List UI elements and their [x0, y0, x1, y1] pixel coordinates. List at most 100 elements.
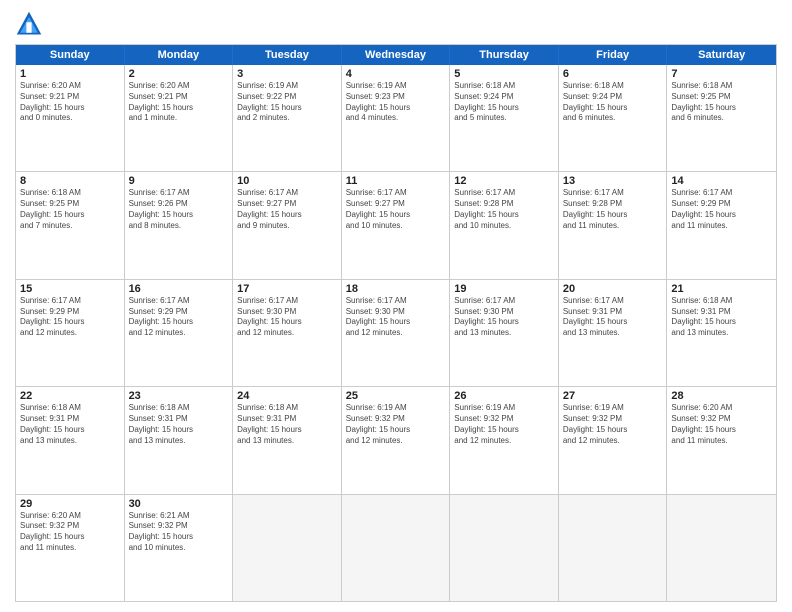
day-info: Sunrise: 6:18 AMSunset: 9:24 PMDaylight:…: [454, 81, 554, 124]
day-info: Sunrise: 6:21 AMSunset: 9:32 PMDaylight:…: [129, 511, 229, 554]
day-info: Sunrise: 6:17 AMSunset: 9:27 PMDaylight:…: [237, 188, 337, 231]
calendar-row-5: 29Sunrise: 6:20 AMSunset: 9:32 PMDayligh…: [16, 495, 776, 601]
day-cell-9: 9Sunrise: 6:17 AMSunset: 9:26 PMDaylight…: [125, 172, 234, 278]
day-cell-26: 26Sunrise: 6:19 AMSunset: 9:32 PMDayligh…: [450, 387, 559, 493]
empty-cell: [559, 495, 668, 601]
day-info: Sunrise: 6:19 AMSunset: 9:32 PMDaylight:…: [563, 403, 663, 446]
day-cell-20: 20Sunrise: 6:17 AMSunset: 9:31 PMDayligh…: [559, 280, 668, 386]
day-info: Sunrise: 6:17 AMSunset: 9:28 PMDaylight:…: [454, 188, 554, 231]
day-cell-12: 12Sunrise: 6:17 AMSunset: 9:28 PMDayligh…: [450, 172, 559, 278]
day-cell-8: 8Sunrise: 6:18 AMSunset: 9:25 PMDaylight…: [16, 172, 125, 278]
day-cell-17: 17Sunrise: 6:17 AMSunset: 9:30 PMDayligh…: [233, 280, 342, 386]
day-cell-18: 18Sunrise: 6:17 AMSunset: 9:30 PMDayligh…: [342, 280, 451, 386]
header: [15, 10, 777, 38]
header-day-monday: Monday: [125, 45, 234, 65]
day-cell-11: 11Sunrise: 6:17 AMSunset: 9:27 PMDayligh…: [342, 172, 451, 278]
day-info: Sunrise: 6:20 AMSunset: 9:21 PMDaylight:…: [129, 81, 229, 124]
calendar-row-3: 15Sunrise: 6:17 AMSunset: 9:29 PMDayligh…: [16, 280, 776, 387]
day-number: 28: [671, 390, 772, 402]
day-cell-19: 19Sunrise: 6:17 AMSunset: 9:30 PMDayligh…: [450, 280, 559, 386]
day-number: 11: [346, 175, 446, 187]
day-info: Sunrise: 6:19 AMSunset: 9:23 PMDaylight:…: [346, 81, 446, 124]
day-cell-24: 24Sunrise: 6:18 AMSunset: 9:31 PMDayligh…: [233, 387, 342, 493]
day-cell-30: 30Sunrise: 6:21 AMSunset: 9:32 PMDayligh…: [125, 495, 234, 601]
day-cell-23: 23Sunrise: 6:18 AMSunset: 9:31 PMDayligh…: [125, 387, 234, 493]
day-cell-7: 7Sunrise: 6:18 AMSunset: 9:25 PMDaylight…: [667, 65, 776, 171]
day-info: Sunrise: 6:17 AMSunset: 9:26 PMDaylight:…: [129, 188, 229, 231]
day-info: Sunrise: 6:20 AMSunset: 9:21 PMDaylight:…: [20, 81, 120, 124]
calendar-row-2: 8Sunrise: 6:18 AMSunset: 9:25 PMDaylight…: [16, 172, 776, 279]
day-info: Sunrise: 6:18 AMSunset: 9:31 PMDaylight:…: [671, 296, 772, 339]
day-number: 9: [129, 175, 229, 187]
day-info: Sunrise: 6:18 AMSunset: 9:25 PMDaylight:…: [671, 81, 772, 124]
day-cell-10: 10Sunrise: 6:17 AMSunset: 9:27 PMDayligh…: [233, 172, 342, 278]
day-number: 29: [20, 498, 120, 510]
empty-cell: [450, 495, 559, 601]
day-number: 4: [346, 68, 446, 80]
day-cell-13: 13Sunrise: 6:17 AMSunset: 9:28 PMDayligh…: [559, 172, 668, 278]
logo-icon: [15, 10, 43, 38]
day-number: 30: [129, 498, 229, 510]
day-number: 2: [129, 68, 229, 80]
day-cell-2: 2Sunrise: 6:20 AMSunset: 9:21 PMDaylight…: [125, 65, 234, 171]
day-info: Sunrise: 6:17 AMSunset: 9:31 PMDaylight:…: [563, 296, 663, 339]
empty-cell: [342, 495, 451, 601]
day-number: 21: [671, 283, 772, 295]
empty-cell: [667, 495, 776, 601]
day-info: Sunrise: 6:18 AMSunset: 9:31 PMDaylight:…: [237, 403, 337, 446]
day-cell-5: 5Sunrise: 6:18 AMSunset: 9:24 PMDaylight…: [450, 65, 559, 171]
day-number: 23: [129, 390, 229, 402]
day-cell-28: 28Sunrise: 6:20 AMSunset: 9:32 PMDayligh…: [667, 387, 776, 493]
day-number: 13: [563, 175, 663, 187]
day-cell-27: 27Sunrise: 6:19 AMSunset: 9:32 PMDayligh…: [559, 387, 668, 493]
day-number: 10: [237, 175, 337, 187]
calendar-body: 1Sunrise: 6:20 AMSunset: 9:21 PMDaylight…: [16, 65, 776, 601]
day-number: 1: [20, 68, 120, 80]
day-info: Sunrise: 6:17 AMSunset: 9:29 PMDaylight:…: [129, 296, 229, 339]
day-info: Sunrise: 6:17 AMSunset: 9:30 PMDaylight:…: [346, 296, 446, 339]
page: SundayMondayTuesdayWednesdayThursdayFrid…: [0, 0, 792, 612]
day-info: Sunrise: 6:18 AMSunset: 9:31 PMDaylight:…: [20, 403, 120, 446]
day-info: Sunrise: 6:17 AMSunset: 9:30 PMDaylight:…: [237, 296, 337, 339]
day-number: 22: [20, 390, 120, 402]
day-info: Sunrise: 6:19 AMSunset: 9:22 PMDaylight:…: [237, 81, 337, 124]
day-info: Sunrise: 6:20 AMSunset: 9:32 PMDaylight:…: [671, 403, 772, 446]
day-info: Sunrise: 6:18 AMSunset: 9:25 PMDaylight:…: [20, 188, 120, 231]
day-number: 27: [563, 390, 663, 402]
day-info: Sunrise: 6:18 AMSunset: 9:31 PMDaylight:…: [129, 403, 229, 446]
day-cell-21: 21Sunrise: 6:18 AMSunset: 9:31 PMDayligh…: [667, 280, 776, 386]
day-cell-15: 15Sunrise: 6:17 AMSunset: 9:29 PMDayligh…: [16, 280, 125, 386]
calendar-header: SundayMondayTuesdayWednesdayThursdayFrid…: [16, 45, 776, 65]
day-number: 15: [20, 283, 120, 295]
header-day-tuesday: Tuesday: [233, 45, 342, 65]
day-number: 19: [454, 283, 554, 295]
day-cell-29: 29Sunrise: 6:20 AMSunset: 9:32 PMDayligh…: [16, 495, 125, 601]
day-cell-4: 4Sunrise: 6:19 AMSunset: 9:23 PMDaylight…: [342, 65, 451, 171]
day-cell-3: 3Sunrise: 6:19 AMSunset: 9:22 PMDaylight…: [233, 65, 342, 171]
day-cell-6: 6Sunrise: 6:18 AMSunset: 9:24 PMDaylight…: [559, 65, 668, 171]
header-day-saturday: Saturday: [667, 45, 776, 65]
day-info: Sunrise: 6:19 AMSunset: 9:32 PMDaylight:…: [346, 403, 446, 446]
day-number: 26: [454, 390, 554, 402]
day-number: 3: [237, 68, 337, 80]
day-info: Sunrise: 6:19 AMSunset: 9:32 PMDaylight:…: [454, 403, 554, 446]
day-number: 6: [563, 68, 663, 80]
calendar-row-4: 22Sunrise: 6:18 AMSunset: 9:31 PMDayligh…: [16, 387, 776, 494]
day-cell-14: 14Sunrise: 6:17 AMSunset: 9:29 PMDayligh…: [667, 172, 776, 278]
header-day-sunday: Sunday: [16, 45, 125, 65]
calendar-row-1: 1Sunrise: 6:20 AMSunset: 9:21 PMDaylight…: [16, 65, 776, 172]
day-number: 16: [129, 283, 229, 295]
day-info: Sunrise: 6:20 AMSunset: 9:32 PMDaylight:…: [20, 511, 120, 554]
day-info: Sunrise: 6:17 AMSunset: 9:29 PMDaylight:…: [20, 296, 120, 339]
day-number: 5: [454, 68, 554, 80]
day-info: Sunrise: 6:17 AMSunset: 9:30 PMDaylight:…: [454, 296, 554, 339]
day-info: Sunrise: 6:18 AMSunset: 9:24 PMDaylight:…: [563, 81, 663, 124]
day-number: 20: [563, 283, 663, 295]
day-number: 7: [671, 68, 772, 80]
empty-cell: [233, 495, 342, 601]
day-info: Sunrise: 6:17 AMSunset: 9:29 PMDaylight:…: [671, 188, 772, 231]
day-info: Sunrise: 6:17 AMSunset: 9:27 PMDaylight:…: [346, 188, 446, 231]
day-number: 18: [346, 283, 446, 295]
day-cell-25: 25Sunrise: 6:19 AMSunset: 9:32 PMDayligh…: [342, 387, 451, 493]
calendar: SundayMondayTuesdayWednesdayThursdayFrid…: [15, 44, 777, 602]
